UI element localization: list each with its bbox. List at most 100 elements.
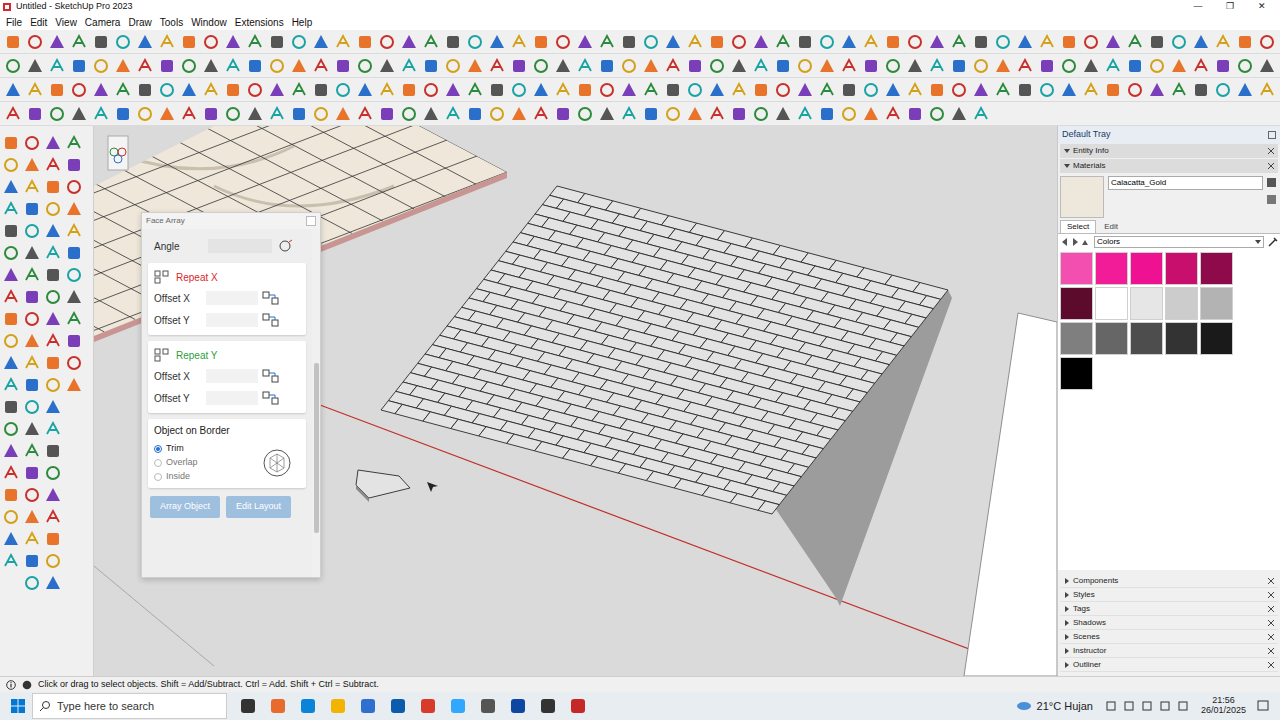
tool-icon[interactable]: [23, 244, 41, 262]
tool-icon[interactable]: [1170, 81, 1188, 99]
tool-icon[interactable]: [334, 105, 352, 123]
tool-icon[interactable]: [44, 442, 62, 460]
tool-icon[interactable]: [4, 33, 22, 51]
border-option[interactable]: Trim: [154, 442, 198, 456]
tool-icon[interactable]: [686, 33, 704, 51]
tool-icon[interactable]: [114, 57, 132, 75]
color-swatch[interactable]: [1060, 287, 1093, 320]
tool-icon[interactable]: [2, 244, 20, 262]
tool-icon[interactable]: [23, 134, 41, 152]
tool-icon[interactable]: [664, 57, 682, 75]
tool-icon[interactable]: [1038, 81, 1056, 99]
tool-icon[interactable]: [48, 57, 66, 75]
tool-icon[interactable]: [92, 81, 110, 99]
color-swatch[interactable]: [1095, 252, 1128, 285]
tool-icon[interactable]: [1170, 57, 1188, 75]
tool-icon[interactable]: [65, 266, 83, 284]
tool-icon[interactable]: [70, 57, 88, 75]
tool-icon[interactable]: [422, 33, 440, 51]
tool-icon[interactable]: [202, 57, 220, 75]
offset-input[interactable]: [206, 291, 258, 305]
tool-icon[interactable]: [554, 33, 572, 51]
tool-icon[interactable]: [1038, 33, 1056, 51]
tool-icon[interactable]: [48, 105, 66, 123]
tool-icon[interactable]: [23, 464, 41, 482]
tool-icon[interactable]: [1126, 81, 1144, 99]
close-icon[interactable]: [1268, 592, 1274, 598]
menu-item[interactable]: Edit: [26, 15, 51, 30]
tool-icon[interactable]: [2, 552, 20, 570]
viewport[interactable]: Face ArrayAngleRepeat XOffset XOffset YR…: [94, 126, 1057, 676]
tool-icon[interactable]: [708, 81, 726, 99]
tool-icon[interactable]: [65, 310, 83, 328]
tool-icon[interactable]: [664, 105, 682, 123]
tool-icon[interactable]: [972, 57, 990, 75]
menu-item[interactable]: View: [51, 15, 81, 30]
color-swatch[interactable]: [1130, 287, 1163, 320]
menu-item[interactable]: Draw: [124, 15, 155, 30]
tool-icon[interactable]: [356, 57, 374, 75]
tool-icon[interactable]: [598, 57, 616, 75]
tool-icon[interactable]: [1148, 81, 1166, 99]
tool-icon[interactable]: [510, 33, 528, 51]
color-swatch[interactable]: [1200, 252, 1233, 285]
tool-icon[interactable]: [752, 81, 770, 99]
tool-icon[interactable]: [1082, 57, 1100, 75]
tool-icon[interactable]: [1060, 81, 1078, 99]
tool-icon[interactable]: [1236, 33, 1254, 51]
tool-icon[interactable]: [730, 57, 748, 75]
tool-icon[interactable]: [796, 33, 814, 51]
tool-icon[interactable]: [65, 178, 83, 196]
tool-icon[interactable]: [1060, 33, 1078, 51]
tool-icon[interactable]: [1126, 57, 1144, 75]
tool-icon[interactable]: [1126, 33, 1144, 51]
material-tab[interactable]: Edit: [1098, 220, 1124, 233]
tool-icon[interactable]: [1082, 33, 1100, 51]
tool-icon[interactable]: [796, 105, 814, 123]
tool-icon[interactable]: [378, 81, 396, 99]
tool-icon[interactable]: [202, 81, 220, 99]
offset-input[interactable]: [206, 391, 258, 405]
tool-icon[interactable]: [994, 81, 1012, 99]
tool-icon[interactable]: [65, 222, 83, 240]
tool-icon[interactable]: [444, 57, 462, 75]
tool-icon[interactable]: [884, 57, 902, 75]
tool-icon[interactable]: [4, 81, 22, 99]
tool-icon[interactable]: [23, 222, 41, 240]
tool-icon[interactable]: [554, 81, 572, 99]
color-swatch[interactable]: [1165, 287, 1198, 320]
tool-icon[interactable]: [950, 57, 968, 75]
tool-icon[interactable]: [1060, 57, 1078, 75]
tool-icon[interactable]: [642, 57, 660, 75]
color-swatch[interactable]: [1165, 322, 1198, 355]
tool-icon[interactable]: [114, 105, 132, 123]
tool-icon[interactable]: [44, 244, 62, 262]
color-swatch[interactable]: [1060, 322, 1093, 355]
tool-icon[interactable]: [620, 105, 638, 123]
tool-icon[interactable]: [620, 33, 638, 51]
tool-icon[interactable]: [928, 105, 946, 123]
tool-icon[interactable]: [444, 33, 462, 51]
tool-icon[interactable]: [1082, 81, 1100, 99]
tool-icon[interactable]: [774, 105, 792, 123]
tool-icon[interactable]: [642, 105, 660, 123]
taskbar-search[interactable]: Type here to search: [32, 693, 227, 719]
close-icon[interactable]: [1268, 648, 1274, 654]
tool-icon[interactable]: [488, 57, 506, 75]
tool-icon[interactable]: [2, 332, 20, 350]
color-swatch[interactable]: [1200, 287, 1233, 320]
eyedropper-icon[interactable]: [1268, 237, 1278, 247]
panel-button[interactable]: Array Object: [150, 496, 220, 518]
tool-icon[interactable]: [752, 33, 770, 51]
tool-icon[interactable]: [44, 552, 62, 570]
nav-arrows-icon[interactable]: [1060, 237, 1090, 247]
tool-icon[interactable]: [2, 288, 20, 306]
tool-icon[interactable]: [356, 33, 374, 51]
tool-icon[interactable]: [906, 33, 924, 51]
tool-icon[interactable]: [1214, 33, 1232, 51]
close-icon[interactable]: [1268, 148, 1274, 154]
tool-icon[interactable]: [1236, 57, 1254, 75]
tool-icon[interactable]: [48, 81, 66, 99]
taskbar-app-icon[interactable]: [269, 697, 287, 715]
menu-item[interactable]: Window: [187, 15, 231, 30]
